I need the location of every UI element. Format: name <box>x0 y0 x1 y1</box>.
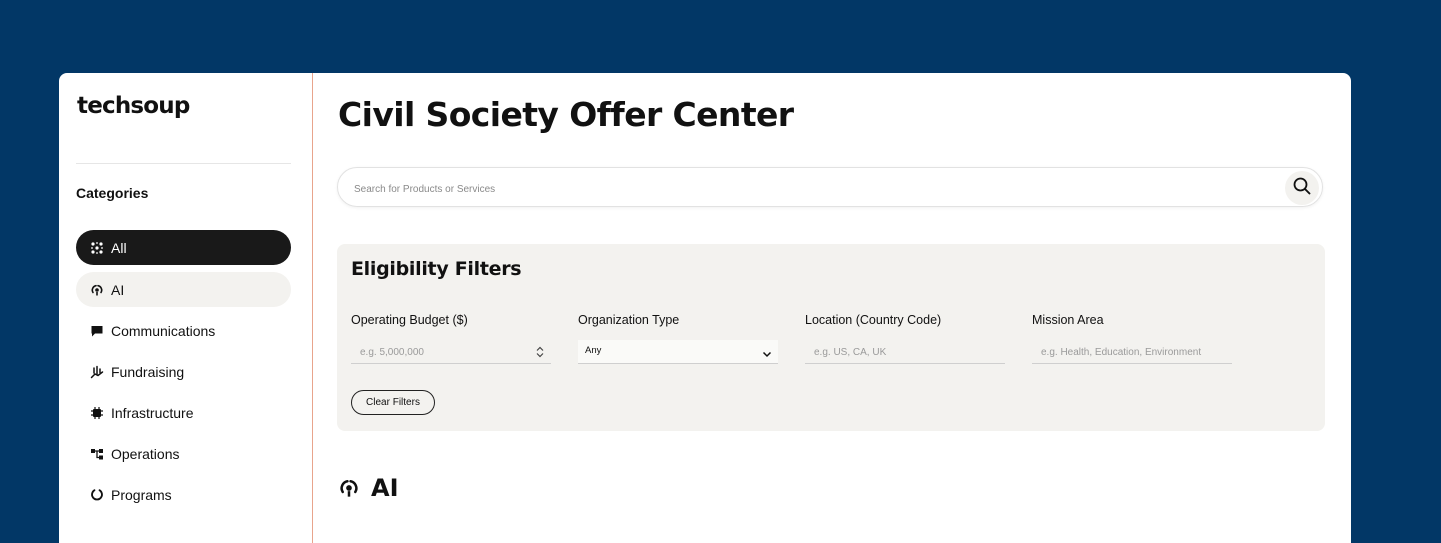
sidebar-item-label: Communications <box>111 322 216 339</box>
sidebar-item-label: Infrastructure <box>111 404 194 421</box>
chat-bubble-icon <box>90 324 104 338</box>
sidebar-item-communications[interactable]: Communications <box>76 313 291 348</box>
field-label: Operating Budget ($) <box>351 313 468 327</box>
sidebar-divider <box>76 163 291 164</box>
categories-heading: Categories <box>76 185 149 201</box>
organization-type-select[interactable]: Any <box>578 340 778 364</box>
sidebar-item-fundraising[interactable]: Fundraising <box>76 354 291 389</box>
app-window: techsoup Categories All AI Communication… <box>59 73 1351 543</box>
search-input[interactable] <box>352 178 1256 200</box>
sidebar-item-operations[interactable]: Operations <box>76 436 291 471</box>
operating-budget-field: Operating Budget ($) <box>351 313 551 364</box>
sidebar-item-infrastructure[interactable]: Infrastructure <box>76 395 291 430</box>
mission-area-box <box>1032 340 1232 364</box>
sidebar-item-label: Operations <box>111 445 180 462</box>
chevron-down-icon <box>762 346 772 364</box>
organization-type-value: Any <box>585 345 602 356</box>
clear-filters-button[interactable]: Clear Filters <box>351 390 435 415</box>
hand-coins-icon <box>90 365 104 379</box>
mission-area-field: Mission Area <box>1032 313 1232 364</box>
operating-budget-box <box>351 340 551 364</box>
sparkle-grid-icon <box>90 241 104 255</box>
organization-type-field: Organization Type Any <box>578 313 778 364</box>
sidebar-item-programs[interactable]: Programs <box>76 477 291 512</box>
sidebar-item-ai[interactable]: AI <box>76 272 291 307</box>
page-title: Civil Society Offer Center <box>338 95 794 134</box>
ai-cycle-icon <box>338 477 360 499</box>
eligibility-filters-panel: Eligibility Filters Operating Budget ($)… <box>337 244 1325 431</box>
sidebar-item-label: Programs <box>111 486 172 503</box>
techsoup-logo[interactable]: techsoup <box>77 93 190 119</box>
sidebar-item-label: Fundraising <box>111 363 185 380</box>
section-header-ai: AI <box>338 474 399 502</box>
ai-cycle-icon <box>90 283 104 297</box>
field-label: Organization Type <box>578 313 680 327</box>
main-content: Civil Society Offer Center Eligibility F… <box>313 73 1351 543</box>
field-label: Mission Area <box>1032 313 1104 327</box>
location-field: Location (Country Code) <box>805 313 1005 364</box>
sidebar-item-label: All <box>111 239 127 256</box>
filters-title: Eligibility Filters <box>351 258 522 280</box>
number-spinner-icon[interactable] <box>536 345 544 363</box>
sidebar: techsoup Categories All AI Communication… <box>59 73 313 543</box>
sidebar-item-label: AI <box>111 281 125 298</box>
field-label: Location (Country Code) <box>805 313 942 327</box>
search-bar <box>337 167 1323 207</box>
search-icon <box>1292 176 1312 201</box>
search-button[interactable] <box>1285 171 1319 205</box>
operating-budget-input[interactable] <box>358 343 532 361</box>
chip-icon <box>90 406 104 420</box>
section-title: AI <box>371 474 399 502</box>
location-input[interactable] <box>812 343 986 361</box>
mission-area-input[interactable] <box>1039 343 1213 361</box>
ring-icon <box>90 488 104 502</box>
workflow-icon <box>90 447 104 461</box>
sidebar-item-all[interactable]: All <box>76 230 291 265</box>
location-box <box>805 340 1005 364</box>
